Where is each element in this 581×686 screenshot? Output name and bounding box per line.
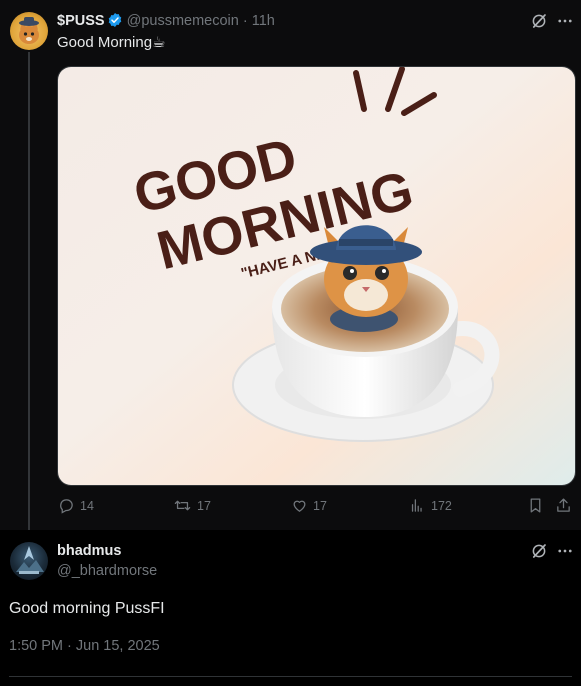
reply-count: 14 bbox=[80, 498, 94, 513]
repost-count: 17 bbox=[197, 498, 211, 513]
post-header: $PUSS @pussmemecoin · 11h bbox=[57, 12, 275, 33]
divider bbox=[9, 676, 572, 677]
views-icon bbox=[411, 499, 422, 512]
dot-separator: · bbox=[242, 13, 248, 29]
more-icon[interactable] bbox=[556, 12, 574, 30]
bookmark-icon bbox=[530, 498, 541, 513]
reply-icon bbox=[60, 499, 73, 514]
share-icon bbox=[557, 498, 570, 512]
views-button[interactable]: 172 bbox=[409, 497, 452, 514]
more-icon[interactable] bbox=[556, 542, 574, 560]
like-button[interactable]: 17 bbox=[291, 497, 327, 514]
handle[interactable]: @pussmemecoin bbox=[127, 13, 239, 29]
post-text: Good Morning☕ bbox=[57, 34, 166, 51]
landscape-avatar-icon bbox=[16, 546, 44, 574]
post-age[interactable]: 11h bbox=[252, 13, 275, 29]
tweet-original: $PUSS @pussmemecoin · 11h Good Morning☕ bbox=[0, 0, 581, 538]
post-timestamp[interactable]: 1:50 PM · Jun 15, 2025 bbox=[9, 638, 160, 654]
reply-button[interactable]: 14 bbox=[58, 497, 94, 514]
like-count: 17 bbox=[313, 498, 327, 513]
post-image[interactable]: GOOD MORNING "HAVE A NICE DAY" bbox=[57, 66, 576, 486]
avatar[interactable] bbox=[10, 12, 48, 50]
cat-avatar-icon bbox=[19, 17, 39, 44]
verified-badge-icon bbox=[107, 12, 123, 33]
action-bar: 14 17 17 172 bbox=[57, 497, 574, 519]
share-button[interactable] bbox=[555, 497, 572, 514]
grok-icon[interactable] bbox=[530, 12, 548, 30]
reply-text: Good morning PussFI bbox=[9, 600, 165, 617]
like-icon bbox=[293, 500, 306, 512]
avatar[interactable] bbox=[10, 542, 48, 580]
display-name[interactable]: $PUSS bbox=[57, 13, 105, 29]
thread-connector-line bbox=[28, 52, 30, 538]
handle[interactable]: @_bhardmorse bbox=[57, 562, 157, 580]
bookmark-button[interactable] bbox=[527, 497, 544, 514]
view-count: 172 bbox=[431, 498, 452, 513]
tweet-reply: bhadmus @_bhardmorse Good morning PussFI… bbox=[0, 530, 581, 686]
grok-icon[interactable] bbox=[530, 542, 548, 560]
repost-icon bbox=[174, 500, 191, 511]
display-name[interactable]: bhadmus bbox=[57, 542, 121, 560]
repost-button[interactable]: 17 bbox=[173, 497, 211, 514]
